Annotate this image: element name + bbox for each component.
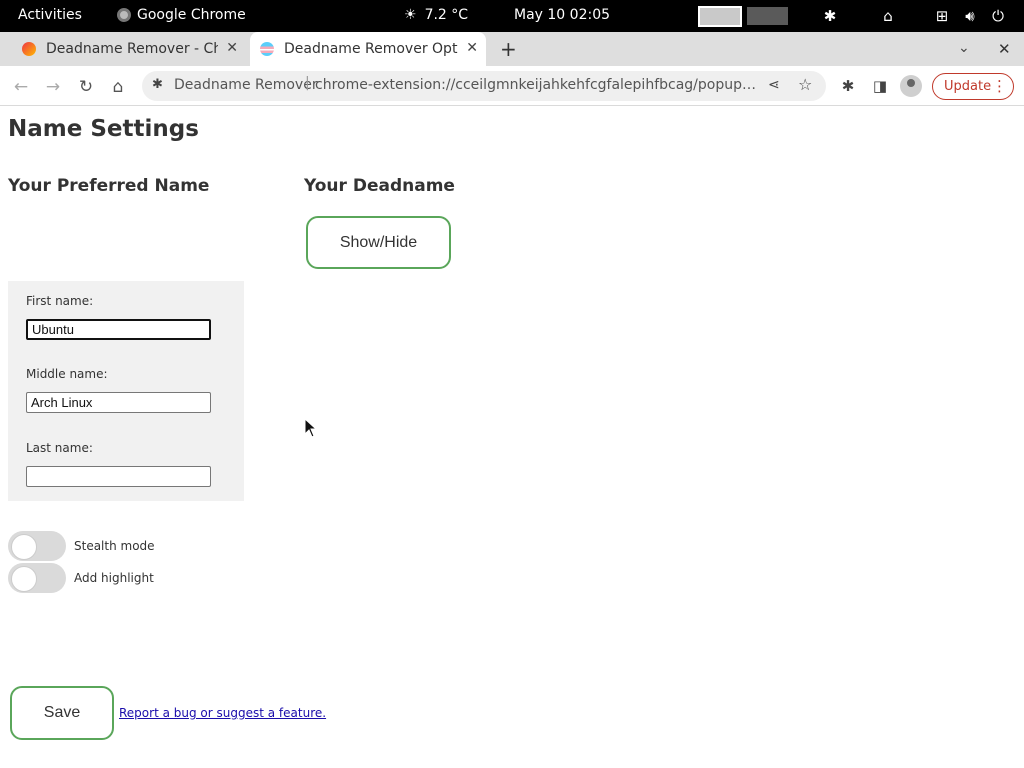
power-icon[interactable]: ⏻ [988,6,1008,26]
stealth-mode-label: Stealth mode [74,539,155,553]
bookmark-star-icon[interactable]: ☆ [798,75,812,94]
tab-options[interactable]: Deadname Remover Optic ✕ [250,32,486,66]
back-arrow-icon[interactable]: ← [10,76,32,98]
extensions-tray-icon[interactable]: ✱ [820,6,840,26]
network-icon[interactable]: ⊞ [932,6,952,26]
window-close-icon[interactable]: ✕ [998,40,1011,58]
weather-indicator[interactable]: ☀ 7.2 °C [404,7,468,23]
trans-flag-favicon-icon [260,42,274,56]
home-icon[interactable]: ⌂ [107,76,129,98]
site-origin: Deadname Remover [174,77,318,93]
workspace-1[interactable] [698,6,742,27]
tab-search-chevron-icon[interactable]: ⌄ [958,40,970,56]
stealth-mode-row: Stealth mode [8,531,155,561]
close-tab-icon[interactable]: ✕ [226,40,238,56]
app-name: Google Chrome [137,7,246,23]
stealth-mode-toggle[interactable] [8,531,66,561]
app-menu[interactable]: Google Chrome [117,7,246,23]
preferred-name-form: First name: Middle name: Last name: [8,281,244,501]
update-label: Update [944,79,992,94]
activities-button[interactable]: Activities [18,7,82,23]
chrome-icon [117,8,131,22]
update-button[interactable]: Update ⋮ [932,73,1014,100]
tab-strip: Deadname Remover - Chr ✕ Deadname Remove… [0,32,1024,66]
report-bug-link[interactable]: Report a bug or suggest a feature. [119,706,326,720]
clock[interactable]: May 10 02:05 [514,7,610,23]
add-highlight-toggle[interactable] [8,563,66,593]
new-tab-button[interactable]: + [500,37,517,61]
weather-text: 7.2 °C [424,7,469,23]
add-highlight-row: Add highlight [8,563,154,593]
options-page: Name Settings Your Preferred Name Your D… [0,106,1024,768]
address-bar[interactable]: ✱ Deadname Remover | chrome-extension://… [142,71,826,101]
preferred-name-heading: Your Preferred Name [8,176,210,196]
share-icon[interactable]: ⋖ [768,77,780,93]
save-button[interactable]: Save [10,686,114,740]
volume-icon[interactable]: 🔊︎ [960,6,980,26]
deadname-heading: Your Deadname [304,176,455,196]
workspace-2[interactable] [747,7,788,25]
forward-arrow-icon[interactable]: → [42,76,64,98]
profile-avatar-icon[interactable] [900,75,922,97]
add-highlight-label: Add highlight [74,571,154,585]
reload-icon[interactable]: ↻ [75,76,97,98]
home-tray-icon[interactable]: ⌂ [878,6,898,26]
extension-puzzle-icon: ✱ [152,77,163,92]
last-name-label: Last name: [26,441,93,455]
page-title: Name Settings [8,116,199,142]
last-name-input[interactable] [26,466,211,487]
origin-separator: | [305,75,310,91]
middle-name-label: Middle name: [26,367,108,381]
show-hide-button[interactable]: Show/Hide [306,216,451,269]
first-name-label: First name: [26,294,94,308]
sun-icon: ☀ [404,7,417,23]
tab-title: Deadname Remover - Chr [46,41,218,57]
first-name-input[interactable] [26,319,211,340]
extension-favicon-icon [22,42,36,56]
tab-title: Deadname Remover Optic [284,41,458,57]
browser-toolbar: ← → ↻ ⌂ ✱ Deadname Remover | chrome-exte… [0,66,1024,106]
menu-dots-icon[interactable]: ⋮ [992,77,1007,95]
middle-name-input[interactable] [26,392,211,413]
extensions-puzzle-icon[interactable]: ✱ [837,75,859,97]
system-top-bar: Activities Google Chrome ☀ 7.2 °C May 10… [0,0,1024,32]
side-panel-icon[interactable]: ◨ [869,75,891,97]
tab-deadname-remover[interactable]: Deadname Remover - Chr ✕ [12,32,246,66]
close-tab-icon[interactable]: ✕ [466,40,478,56]
url-text[interactable]: chrome-extension://cceilgmnkeijahkehfcgf… [315,77,759,93]
